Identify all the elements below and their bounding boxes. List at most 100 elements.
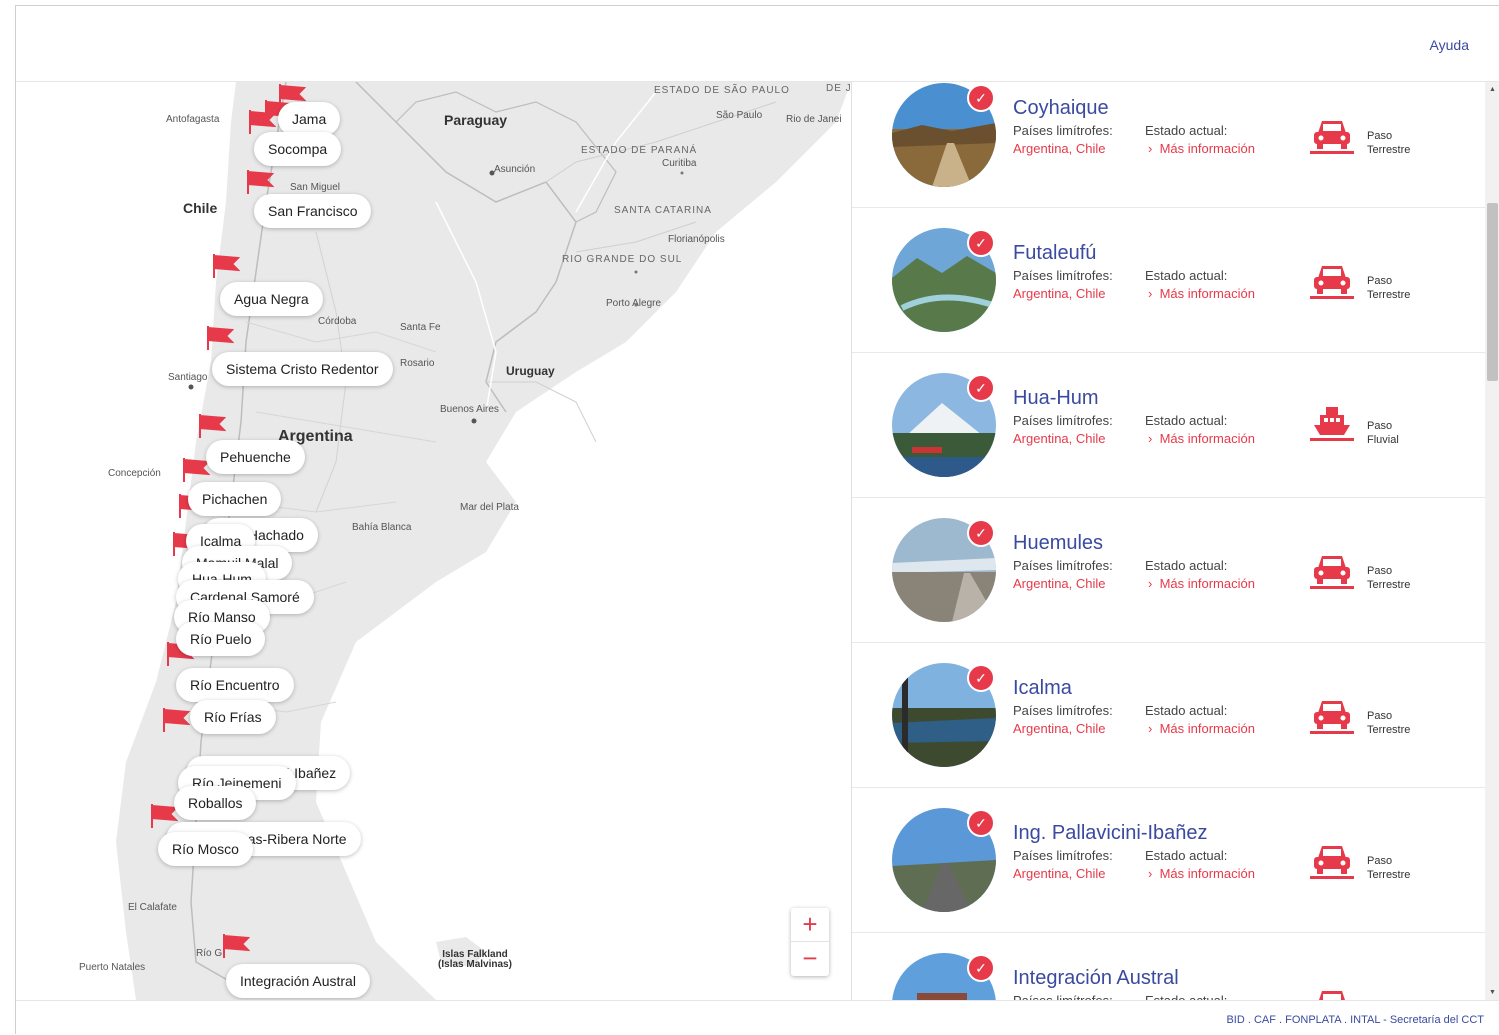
status-label: Estado actual: xyxy=(1145,123,1228,138)
map-panel[interactable]: Antofagasta Paraguay ESTADO DE SÃO PAULO… xyxy=(16,82,851,1000)
crossing-pill-roballos[interactable]: Roballos xyxy=(174,786,257,820)
crossing-pill-pehuenche[interactable]: Pehuenche xyxy=(206,440,305,474)
flag-marker[interactable] xyxy=(248,110,276,134)
check-icon: ✓ xyxy=(967,519,995,547)
crossing-row[interactable]: ✓ Futaleufú Países limítrofes: Argentina, C… xyxy=(852,208,1485,353)
country-argentina: Argentina xyxy=(1013,286,1069,301)
city-label-santa-fe: Santa Fe xyxy=(400,322,441,333)
flag-marker[interactable] xyxy=(246,170,274,194)
countries-label: Países limítrofes: xyxy=(1013,848,1113,863)
status-label: Estado actual: xyxy=(1145,558,1228,573)
car-icon xyxy=(1310,840,1354,880)
crossing-row[interactable]: ✓Integración AustralPaíses limítrofes:Ar… xyxy=(852,933,1485,1000)
crossing-name[interactable]: Huemules xyxy=(1013,532,1103,555)
flag-marker[interactable] xyxy=(222,934,250,958)
city-label-santiago: Santiago xyxy=(168,372,208,383)
top-bar: Ayuda xyxy=(16,6,1499,82)
city-label-bahia-blanca: Bahía Blanca xyxy=(352,522,412,533)
crossing-pill-rio-encuentro[interactable]: Río Encuentro xyxy=(176,668,294,702)
chevron-right-icon: › xyxy=(1148,431,1153,446)
crossing-pill-san-francisco[interactable]: San Francisco xyxy=(254,194,372,228)
more-info-link[interactable]: › Más información xyxy=(1148,141,1255,156)
crossing-name[interactable]: Integración Austral xyxy=(1013,967,1179,990)
city-label-puerto-natales: Puerto Natales xyxy=(79,962,146,973)
check-icon: ✓ xyxy=(967,84,995,112)
zoom-out-button[interactable]: − xyxy=(791,942,829,976)
flag-marker[interactable] xyxy=(212,254,240,278)
crossing-name[interactable]: Hua-Hum xyxy=(1013,387,1099,410)
crossing-type: PasoTerrestre xyxy=(1367,130,1411,156)
countries-value: Argentina, Chile xyxy=(1013,141,1106,156)
footer: BID . CAF . FONPLATA . INTAL - Secretarí… xyxy=(16,1000,1499,1035)
flag-marker[interactable] xyxy=(198,414,226,438)
scroll-up-arrow-icon[interactable]: ▲ xyxy=(1485,82,1499,97)
crossing-name[interactable]: Icalma xyxy=(1013,677,1072,700)
more-info-link[interactable]: › Más información xyxy=(1148,286,1255,301)
crossing-name[interactable]: Futaleufú xyxy=(1013,242,1096,265)
zoom-in-button[interactable]: + xyxy=(791,908,829,942)
check-icon: ✓ xyxy=(967,809,995,837)
scroll-down-arrow-icon[interactable]: ▼ xyxy=(1485,985,1499,1000)
more-info-link[interactable]: › Más información xyxy=(1148,721,1255,736)
crossing-pill-rio-mosco[interactable]: Río Mosco xyxy=(158,832,253,866)
region-label-santa-catarina: SANTA CATARINA xyxy=(614,205,712,216)
country-label-chile: Chile xyxy=(183,200,218,216)
region-label-rio-grande-do-sul: RIO GRANDE DO SUL xyxy=(562,254,683,265)
crossings-list[interactable]: ✓ Coyhaique Países limítrofes: Argentina, C… xyxy=(851,82,1485,1000)
list-scrollbar[interactable]: ▲ ▼ xyxy=(1485,82,1499,1000)
status-label: Estado actual: xyxy=(1145,703,1228,718)
footer-credits: BID . CAF . FONPLATA . INTAL - Secretarí… xyxy=(1226,1014,1484,1026)
check-icon: ✓ xyxy=(967,664,995,692)
crossing-type: Paso Fluvial xyxy=(1367,420,1399,446)
country-argentina: Argentina xyxy=(1013,431,1069,446)
crossing-pill-socompa[interactable]: Socompa xyxy=(254,132,342,166)
city-label-porto-alegre: Porto Alegre xyxy=(606,298,662,309)
car-icon xyxy=(1310,260,1354,300)
crossing-row[interactable]: ✓ Ing. Pallavicini-Ibañez Países limítrofe… xyxy=(852,788,1485,933)
car-icon xyxy=(1310,985,1354,1000)
help-link[interactable]: Ayuda xyxy=(1430,37,1469,53)
crossing-pill-agua-negra[interactable]: Agua Negra xyxy=(220,282,323,316)
city-label-sao-paulo: São Paulo xyxy=(716,110,763,121)
country-argentina: Argentina xyxy=(1013,141,1069,156)
country-argentina: Argentina xyxy=(1013,576,1069,591)
city-label-rio-de-janeiro: Rio de Janei xyxy=(786,114,842,125)
crossing-pill-rio-frias[interactable]: Río Frías xyxy=(190,700,276,734)
flag-marker[interactable] xyxy=(206,326,234,350)
crossing-name[interactable]: Ing. Pallavicini-Ibañez xyxy=(1013,822,1208,845)
crossing-type: PasoTerrestre xyxy=(1367,275,1411,301)
city-label-san-miguel: San Miguel xyxy=(290,182,341,193)
city-label-rosario: Rosario xyxy=(400,358,435,369)
country-chile: Chile xyxy=(1075,286,1106,301)
countries-label: Países limítrofes: xyxy=(1013,993,1113,1000)
check-icon: ✓ xyxy=(967,954,995,982)
boat-icon xyxy=(1310,405,1354,445)
crossing-row[interactable]: ✓ Huemules Países limítrofes: Argentina, Ch… xyxy=(852,498,1485,643)
more-info-link[interactable]: › Más información xyxy=(1148,576,1255,591)
crossing-pill-integracion-austral[interactable]: Integración Austral xyxy=(226,964,370,998)
countries-label: Países limítrofes: xyxy=(1013,413,1113,428)
crossing-name[interactable]: Coyhaique xyxy=(1013,97,1109,120)
countries-label: Países limítrofes: xyxy=(1013,123,1113,138)
more-info-link[interactable]: › Más información xyxy=(1148,431,1255,446)
app-window: Ayuda Antofagasta Paraguay ESTADO DE SÃO… xyxy=(15,5,1499,1035)
country-argentina: Argentina xyxy=(1013,866,1069,881)
crossing-pill-jama[interactable]: Jama xyxy=(278,102,341,136)
city-label-florianopolis: Florianópolis xyxy=(668,234,725,245)
chevron-right-icon: › xyxy=(1148,576,1153,591)
chevron-right-icon: › xyxy=(1148,286,1153,301)
more-info-link[interactable]: › Más información xyxy=(1148,866,1255,881)
region-label-parana: ESTADO DE PARANÁ xyxy=(581,145,698,156)
crossing-pill-rio-puelo[interactable]: Río Puelo xyxy=(176,622,266,656)
scrollbar-thumb[interactable] xyxy=(1487,203,1498,381)
crossing-row[interactable]: ✓ Hua-Hum Países limítrofes: Argentina, Chi… xyxy=(852,353,1485,498)
crossing-row[interactable]: ✓ Icalma Países limítrofes: Argentina, Chil… xyxy=(852,643,1485,788)
flag-marker[interactable] xyxy=(162,708,190,732)
crossing-pill-pichachen[interactable]: Pichachen xyxy=(188,482,282,516)
check-icon: ✓ xyxy=(967,229,995,257)
crossing-pill-cristo-redentor[interactable]: Sistema Cristo Redentor xyxy=(212,352,393,386)
country-chile: Chile xyxy=(1075,431,1106,446)
islands-label-falkland: Islas Falkland (Islas Malvinas) xyxy=(438,949,512,970)
chevron-right-icon: › xyxy=(1148,141,1153,156)
crossing-row[interactable]: ✓ Coyhaique Países limítrofes: Argentina, C… xyxy=(852,82,1485,208)
